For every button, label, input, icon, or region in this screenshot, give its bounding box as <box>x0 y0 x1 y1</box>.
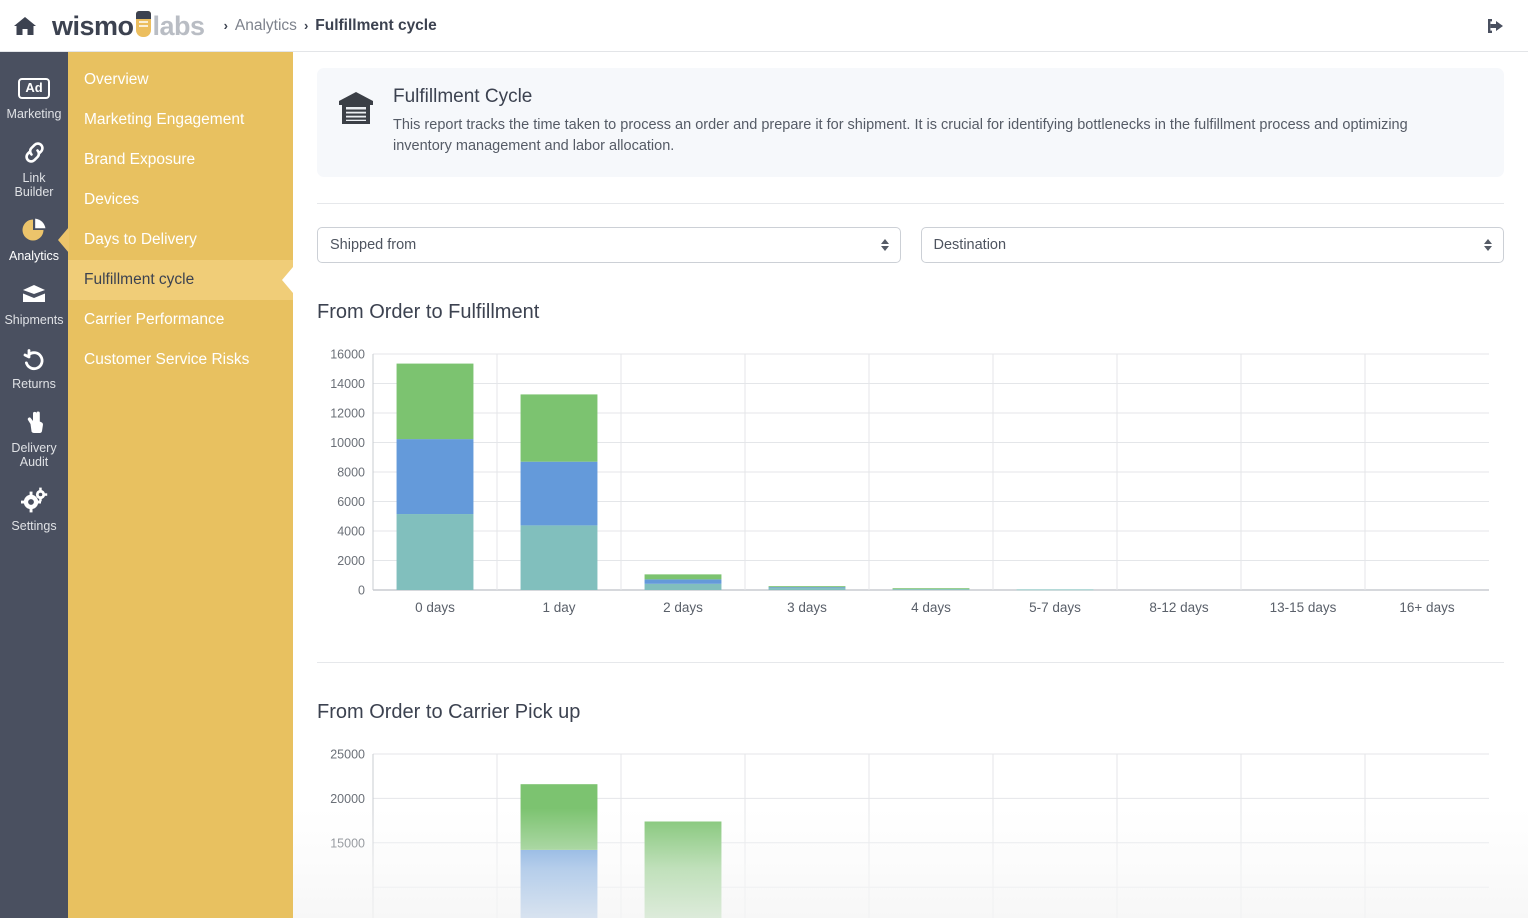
ad-icon: Ad <box>18 73 50 103</box>
svg-text:13-15 days: 13-15 days <box>1270 600 1337 615</box>
top-bar: wismo labs › Analytics › Fulfillment cyc… <box>0 0 1528 52</box>
svg-text:8000: 8000 <box>337 466 365 480</box>
rail-label-delivery-audit: Delivery Audit <box>11 441 56 469</box>
rail-item-marketing[interactable]: Ad Marketing <box>0 66 68 130</box>
chart-section-divider <box>317 662 1504 663</box>
svg-text:3 days: 3 days <box>787 600 827 615</box>
rail-label-marketing: Marketing <box>6 107 62 121</box>
rail-label-analytics: Analytics <box>8 249 60 263</box>
rail-label-delivery-audit-l2: Audit <box>19 455 49 469</box>
sidebar-item-label: Devices <box>84 191 140 208</box>
sidebar-item-label: Brand Exposure <box>84 151 196 168</box>
sidebar-item-label: Marketing Engagement <box>84 111 245 128</box>
svg-text:15000: 15000 <box>330 836 365 850</box>
sidebar-item-carrier-performance[interactable]: Carrier Performance <box>68 300 293 340</box>
svg-text:16000: 16000 <box>330 348 365 362</box>
analytics-submenu: Overview Marketing Engagement Brand Expo… <box>68 52 293 918</box>
sidebar-item-marketing-engagement[interactable]: Marketing Engagement <box>68 100 293 140</box>
svg-text:8-12 days: 8-12 days <box>1149 600 1209 615</box>
sidebar-item-label: Carrier Performance <box>84 311 225 328</box>
sidebar-item-devices[interactable]: Devices <box>68 180 293 220</box>
chart-title-carrier-pickup: From Order to Carrier Pick up <box>317 701 581 723</box>
svg-text:6000: 6000 <box>337 495 365 509</box>
svg-text:20000: 20000 <box>330 792 365 806</box>
svg-text:16+ days: 16+ days <box>1399 600 1454 615</box>
breadcrumb: › Analytics › Fulfillment cycle <box>217 17 437 35</box>
rail-label-link-builder-l2: Builder <box>14 185 54 199</box>
shipped-from-select[interactable]: Shipped from <box>317 227 901 263</box>
svg-text:4 days: 4 days <box>911 600 951 615</box>
hand-pointer-icon <box>21 407 47 437</box>
svg-text:4000: 4000 <box>337 525 365 539</box>
filter-bar: Shipped from Destination <box>317 204 1504 263</box>
sidebar-item-fulfillment-cycle[interactable]: Fulfillment cycle <box>68 260 293 300</box>
rail-item-analytics[interactable]: Analytics <box>0 208 68 272</box>
svg-text:5-7 days: 5-7 days <box>1029 600 1081 615</box>
rail-label-link-builder-l1: Link <box>22 171 46 185</box>
primary-nav-rail: Ad Marketing Link Builder Analytics Ship… <box>0 52 68 918</box>
chart-order-to-fulfillment-svg[interactable]: 0 2000 4000 6000 8000 10000 12000 14000 16000 0 d… <box>317 346 1497 636</box>
brand-logo[interactable]: wismo labs <box>52 9 205 42</box>
chart-order-to-carrier-pickup: 15000 20000 25000 <box>317 746 1504 918</box>
rail-label-link-builder: Link Builder <box>15 171 54 199</box>
report-header-card: Fulfillment Cycle This report tracks the… <box>317 68 1504 177</box>
body-row: Ad Marketing Link Builder Analytics Ship… <box>0 52 1528 918</box>
svg-text:0: 0 <box>358 584 365 598</box>
pie-chart-icon <box>20 215 48 245</box>
breadcrumb-current: Fulfillment cycle <box>315 16 437 34</box>
rail-label-delivery-audit-l1: Delivery <box>11 441 57 455</box>
rail-label-shipments: Shipments <box>4 313 64 327</box>
sidebar-item-brand-exposure[interactable]: Brand Exposure <box>68 140 293 180</box>
page-title: Fulfillment Cycle <box>393 86 533 107</box>
breadcrumb-analytics[interactable]: Analytics <box>235 17 297 35</box>
brand-labs-text: labs <box>152 11 206 41</box>
warehouse-icon <box>337 90 375 131</box>
breadcrumb-separator-1: › <box>223 18 228 33</box>
rail-item-returns[interactable]: Returns <box>0 336 68 400</box>
rail-label-returns: Returns <box>12 377 56 391</box>
rail-label-settings: Settings <box>11 519 57 533</box>
report-description: This report tracks the time taken to pro… <box>393 117 1408 154</box>
rail-item-shipments[interactable]: Shipments <box>0 272 68 336</box>
rail-item-delivery-audit[interactable]: Delivery Audit <box>0 400 68 478</box>
home-icon[interactable] <box>12 13 38 39</box>
sidebar-item-overview[interactable]: Overview <box>68 60 293 100</box>
open-box-icon <box>19 279 49 309</box>
chart-title-fulfillment: From Order to Fulfillment <box>317 301 540 323</box>
logout-icon[interactable] <box>1480 11 1510 41</box>
breadcrumb-separator-2: › <box>303 18 309 33</box>
rail-item-link-builder[interactable]: Link Builder <box>0 130 68 208</box>
brand-wismo-text: wismo <box>52 11 134 41</box>
undo-arrow-icon <box>21 343 48 373</box>
svg-text:2000: 2000 <box>337 554 365 568</box>
sidebar-item-days-to-delivery[interactable]: Days to Delivery <box>68 220 293 260</box>
svg-text:2 days: 2 days <box>663 600 703 615</box>
svg-text:0 days: 0 days <box>415 600 455 615</box>
chart-order-to-carrier-pickup-svg[interactable]: 15000 20000 25000 <box>317 746 1497 918</box>
sidebar-item-label: Customer Service Risks <box>84 351 250 368</box>
test-tube-icon <box>135 11 152 37</box>
shipped-from-filter: Shipped from <box>317 227 901 263</box>
sidebar-item-label: Days to Delivery <box>84 231 197 248</box>
svg-text:12000: 12000 <box>330 407 365 421</box>
svg-text:14000: 14000 <box>330 377 365 391</box>
svg-text:1 day: 1 day <box>542 600 575 615</box>
app-root: wismo labs › Analytics › Fulfillment cyc… <box>0 0 1528 918</box>
destination-select[interactable]: Destination <box>920 227 1504 263</box>
gears-icon <box>20 485 48 515</box>
sidebar-item-customer-service-risks[interactable]: Customer Service Risks <box>68 340 293 380</box>
main-content: Fulfillment Cycle This report tracks the… <box>293 52 1528 918</box>
sidebar-item-label: Overview <box>84 71 149 88</box>
chart-order-to-fulfillment: 0 2000 4000 6000 8000 10000 12000 14000 16000 0 d… <box>317 346 1504 636</box>
svg-text:10000: 10000 <box>330 436 365 450</box>
svg-text:25000: 25000 <box>330 748 365 762</box>
destination-filter: Destination <box>920 227 1504 263</box>
sidebar-item-label: Fulfillment cycle <box>84 271 195 288</box>
link-icon <box>21 137 48 167</box>
rail-item-settings[interactable]: Settings <box>0 478 68 542</box>
